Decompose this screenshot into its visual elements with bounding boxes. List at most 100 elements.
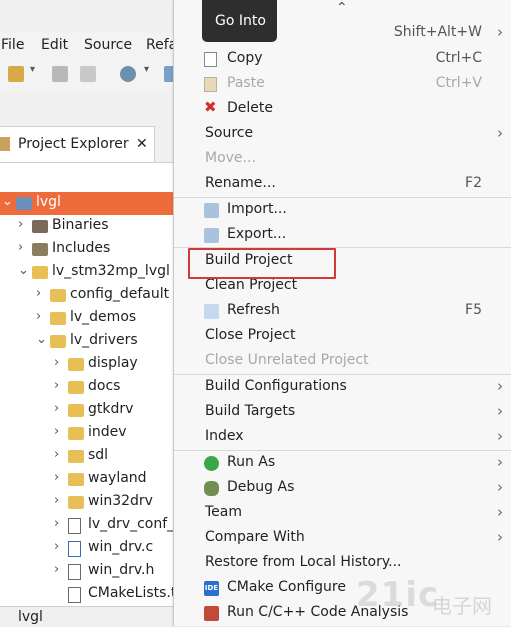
menu-item-source[interactable]: Source › [174,122,511,147]
chevron-right-icon[interactable]: › [54,378,64,393]
folder-icon [68,358,84,371]
menu-item-import[interactable]: Import... [174,198,511,223]
tree-item[interactable]: › Binaries [0,215,178,238]
chevron-right-icon: › [497,528,503,546]
chevron-right-icon[interactable]: › [54,539,64,554]
chevron-down-icon[interactable]: ⌄ [18,263,29,278]
chevron-down-icon[interactable]: ⌄ [2,194,13,209]
tree-item[interactable]: CMakeLists.t [0,583,178,606]
chevron-right-icon[interactable]: › [54,516,64,531]
menu-item-label: Close Unrelated Project [205,352,369,368]
toolbar: ▾ ▾ [0,60,180,90]
tree-item[interactable]: › docs [0,376,178,399]
menu-item-run-as[interactable]: Run As › [174,451,511,476]
chevron-down-icon[interactable]: ▾ [144,64,152,80]
menu-item-export[interactable]: Export... [174,223,511,248]
chevron-right-icon: › [497,427,503,445]
tree-item[interactable]: › Includes [0,238,178,261]
tree-item-label: gtkdrv [88,401,134,417]
menu-item-label: Close Project [205,327,296,343]
tree-item[interactable]: › win_drv.c [0,537,178,560]
menu-item-refresh[interactable]: Refresh F5 [174,299,511,324]
menu-item-restore-from-local-history[interactable]: Restore from Local History... [174,551,511,576]
tree-item[interactable]: › config_default [0,284,178,307]
chevron-right-icon: › [497,377,503,395]
menu-file[interactable]: File [1,37,24,53]
tree-item-label: win_drv.c [88,539,154,555]
folder-icon [50,335,66,348]
menu-item-close-project[interactable]: Close Project [174,324,511,349]
cmake-icon: IDE [204,581,219,596]
menu-item-move[interactable]: Move... [174,147,511,172]
tree-item[interactable]: › win32drv [0,491,178,514]
close-icon[interactable]: ✕ [136,136,148,152]
tree-item[interactable]: ⌄ lv_stm32mp_lvgl [0,261,178,284]
chevron-right-icon[interactable]: › [54,355,64,370]
status-text: lvgl [18,609,43,625]
tree-item[interactable]: › win_drv.h [0,560,178,583]
tree-item-label: lv_drv_conf_ [88,516,175,532]
chevron-down-icon[interactable]: ▾ [30,64,38,80]
tree-item[interactable]: › display [0,353,178,376]
menu-item-debug-as[interactable]: Debug As › [174,476,511,501]
tree-item[interactable]: ⌄ lvgl [0,192,178,215]
save-icon[interactable] [52,66,68,82]
project-icon [16,197,32,210]
chevron-right-icon[interactable]: › [54,470,64,485]
chevron-right-icon[interactable]: › [54,401,64,416]
project-explorer-icon [0,137,10,151]
chevron-right-icon[interactable]: › [18,217,28,232]
chevron-right-icon[interactable]: › [36,309,46,324]
menu-item-copy[interactable]: Copy Ctrl+C [174,47,511,72]
folder-icon [68,450,84,463]
new-icon[interactable] [8,66,24,82]
tree-item[interactable]: › wayland [0,468,178,491]
chevron-right-icon[interactable]: › [18,240,28,255]
menu-item-build-targets[interactable]: Build Targets › [174,400,511,425]
tab-project-explorer[interactable]: Project Explorer ✕ [0,126,155,163]
menu-item-index[interactable]: Index › [174,425,511,450]
tree-item[interactable]: › lv_drv_conf_ [0,514,178,537]
tree-item[interactable]: › lv_demos [0,307,178,330]
tree-item[interactable]: › indev [0,422,178,445]
build-icon[interactable] [120,66,136,82]
tree-item-label: sdl [88,447,109,463]
menu-item-compare-with[interactable]: Compare With › [174,526,511,551]
tree-item[interactable]: › sdl [0,445,178,468]
menubar: File Edit Source Refa [0,33,180,59]
folder-icon [32,266,48,279]
menu-item-delete[interactable]: ✖ Delete [174,97,511,122]
tooltip: Go Into [202,0,277,42]
folder-icon [68,427,84,440]
chevron-right-icon[interactable]: › [54,447,64,462]
save-all-icon[interactable] [80,66,96,82]
menu-item-label: Team [205,504,243,520]
chevron-right-icon: › [497,503,503,521]
chevron-right-icon[interactable]: › [36,286,46,301]
tree-item-label: display [88,355,138,371]
chevron-right-icon[interactable]: › [54,424,64,439]
menu-item-rename[interactable]: Rename... F2 [174,172,511,197]
tree-item-label: Includes [52,240,111,256]
menu-edit[interactable]: Edit [41,37,68,53]
scroll-up-icon[interactable]: ⌃ [336,0,348,16]
analysis-icon [204,606,219,621]
menu-item-paste[interactable]: Paste Ctrl+V [174,72,511,97]
tree-item-label: lv_stm32mp_lvgl [52,263,170,279]
menu-shortcut: Ctrl+C [435,50,482,66]
build-project-highlight [188,248,336,279]
chevron-down-icon[interactable]: ⌄ [36,332,47,347]
menu-item-team[interactable]: Team › [174,501,511,526]
status-bar: lvgl [0,606,180,627]
tree-item[interactable]: ⌄ lv_drivers [0,330,178,353]
menu-item-close-unrelated-project[interactable]: Close Unrelated Project [174,349,511,374]
menu-source[interactable]: Source [84,37,132,53]
chevron-right-icon: › [497,478,503,496]
tree-item[interactable]: › gtkdrv [0,399,178,422]
menu-item-build-configurations[interactable]: Build Configurations › [174,375,511,400]
import-icon [204,203,219,218]
h-file-icon [68,518,81,534]
menu-item-label: Debug As [227,479,295,495]
chevron-right-icon[interactable]: › [54,562,64,577]
chevron-right-icon[interactable]: › [54,493,64,508]
